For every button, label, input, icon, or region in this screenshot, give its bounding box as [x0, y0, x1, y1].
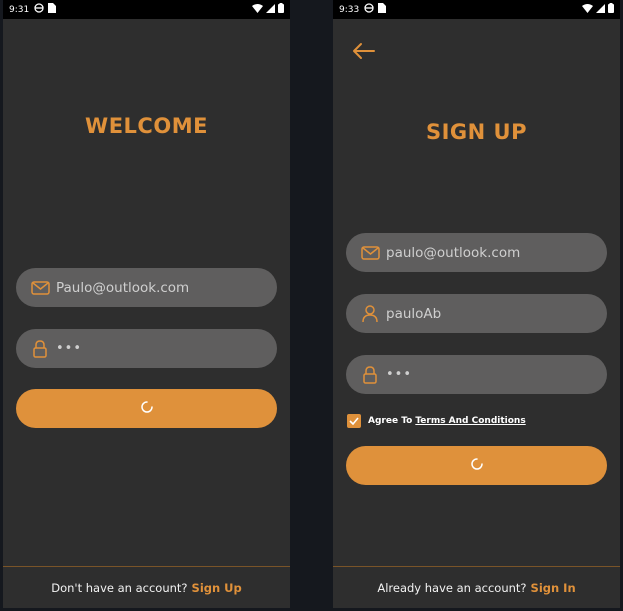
sign-in-link[interactable]: Sign In: [531, 581, 576, 595]
sign-in-button[interactable]: [16, 389, 277, 428]
footer-text: Already have an account?: [377, 580, 527, 595]
battery-icon: [278, 3, 284, 16]
envelope-icon: [30, 278, 50, 298]
sign-up-link[interactable]: Sign Up: [192, 581, 242, 595]
back-button[interactable]: [351, 42, 377, 62]
lock-icon: [30, 339, 50, 359]
email-field[interactable]: Paulo@outlook.com: [16, 268, 277, 307]
sign-up-screen: 9:33 SIGN UP paulo@outlook.com pauloAb •…: [333, 0, 620, 608]
lock-icon: [360, 365, 380, 385]
password-field[interactable]: •••: [16, 329, 277, 368]
signal-icon: [266, 3, 275, 16]
status-time: 9:33: [339, 4, 360, 15]
footer: Don't have an account? Sign Up: [3, 566, 290, 608]
password-field[interactable]: •••: [346, 355, 607, 394]
signal-icon: [596, 3, 605, 16]
spinner-icon: [140, 400, 153, 418]
welcome-screen: 9:31 WELCOME Paulo@outlook.com ••• Don't…: [3, 0, 290, 608]
email-field[interactable]: paulo@outlook.com: [346, 233, 607, 272]
terms-link[interactable]: Terms And Conditions: [415, 416, 525, 426]
page-title: WELCOME: [85, 114, 208, 138]
person-icon: [360, 304, 380, 324]
username-field[interactable]: pauloAb: [346, 294, 607, 333]
email-value: Paulo@outlook.com: [56, 279, 190, 296]
separator: [290, 0, 333, 611]
email-value: paulo@outlook.com: [386, 244, 521, 261]
sim-card-icon: [378, 3, 387, 16]
password-value: •••: [56, 341, 83, 356]
status-bar: 9:33: [333, 0, 620, 19]
footer: Already have an account? Sign In: [333, 566, 620, 608]
vpn-icon: [34, 3, 44, 16]
status-bar: 9:31: [3, 0, 290, 19]
wifi-icon: [582, 3, 593, 16]
page-title: SIGN UP: [425, 120, 527, 144]
status-time: 9:31: [9, 4, 30, 15]
vpn-icon: [364, 3, 374, 16]
terms-agreement: Agree To Terms And Conditions: [347, 414, 526, 428]
agree-label: Agree To: [368, 416, 413, 426]
arrow-left-icon: [351, 43, 375, 64]
sim-card-icon: [48, 3, 57, 16]
footer-text: Don't have an account?: [51, 580, 188, 595]
wifi-icon: [252, 3, 263, 16]
agree-checkbox[interactable]: [347, 414, 361, 428]
sign-up-button[interactable]: [346, 446, 607, 485]
battery-icon: [608, 3, 614, 16]
envelope-icon: [360, 243, 380, 263]
username-value: pauloAb: [386, 305, 442, 322]
spinner-icon: [470, 457, 483, 475]
password-value: •••: [386, 367, 413, 382]
